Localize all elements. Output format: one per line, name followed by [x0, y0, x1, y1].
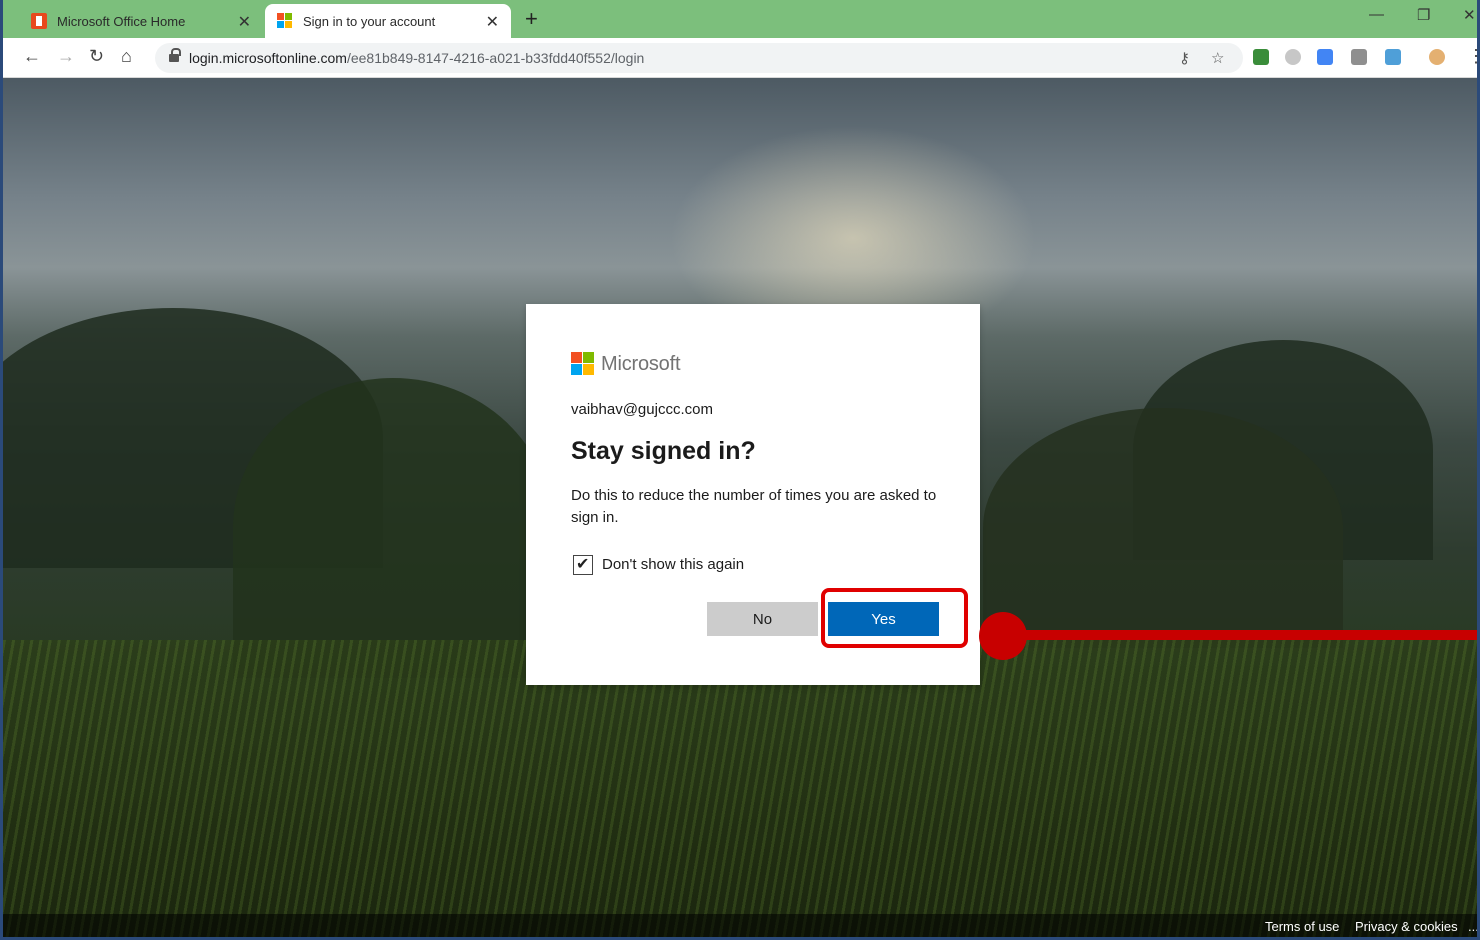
pointer-dot: [979, 612, 1027, 660]
tab-strip: Microsoft Office Home ✕ Sign in to your …: [3, 0, 1477, 38]
tab-title: Sign in to your account: [303, 13, 436, 29]
account-email: vaibhav@gujccc.com: [571, 401, 713, 418]
reload-icon[interactable]: ↻: [89, 46, 104, 67]
key-icon[interactable]: ⚷: [1179, 49, 1190, 67]
highlight-box: [821, 588, 968, 648]
microsoft-logo-icon: [571, 352, 594, 375]
forward-icon[interactable]: →: [57, 46, 75, 67]
close-tab-icon[interactable]: ✕: [486, 12, 499, 32]
extension-window-icon[interactable]: [1351, 49, 1367, 65]
privacy-link[interactable]: Privacy & cookies: [1355, 919, 1458, 934]
page-footer: Terms of use Privacy & cookies ...: [3, 914, 1477, 937]
pointer-line: [1001, 630, 1477, 640]
star-icon[interactable]: ☆: [1211, 49, 1224, 67]
dialog-description: Do this to reduce the number of times yo…: [571, 487, 937, 526]
extension-translate-icon[interactable]: [1317, 49, 1333, 65]
browser-window: Microsoft Office Home ✕ Sign in to your …: [0, 0, 1480, 940]
url-text[interactable]: login.microsoftonline.com/ee81b849-8147-…: [189, 50, 644, 66]
no-button[interactable]: No: [707, 602, 818, 636]
home-icon[interactable]: ⌂: [121, 46, 132, 67]
background-hill: [233, 378, 553, 678]
lock-icon[interactable]: [169, 48, 181, 64]
more-options-link[interactable]: ...: [1468, 919, 1477, 934]
tab-office-home[interactable]: Microsoft Office Home ✕: [13, 4, 263, 38]
microsoft-favicon-icon: [277, 13, 293, 29]
extension-globe-icon[interactable]: [1285, 49, 1301, 65]
address-bar[interactable]: login.microsoftonline.com/ee81b849-8147-…: [155, 43, 1243, 73]
brand-name: Microsoft: [601, 353, 681, 375]
extension-earth-icon[interactable]: [1253, 49, 1269, 65]
tab-title: Microsoft Office Home: [57, 13, 186, 29]
grass-foreground: [3, 640, 1477, 937]
office-favicon-icon: [31, 13, 47, 29]
minimize-icon[interactable]: —: [1369, 6, 1384, 23]
restore-icon[interactable]: ❐: [1417, 6, 1430, 24]
profile-avatar-icon[interactable]: [1429, 49, 1445, 65]
dont-show-again-checkbox[interactable]: [573, 554, 593, 575]
tab-sign-in[interactable]: Sign in to your account ✕: [265, 4, 511, 38]
menu-kebab-icon[interactable]: ⋮: [1467, 46, 1477, 67]
close-tab-icon[interactable]: ✕: [238, 12, 251, 32]
new-tab-icon[interactable]: +: [525, 6, 538, 32]
background-hill: [983, 408, 1343, 648]
terms-link[interactable]: Terms of use: [1265, 919, 1339, 934]
close-window-icon[interactable]: ✕: [1463, 6, 1476, 24]
dialog-title: Stay signed in?: [571, 437, 756, 465]
back-icon[interactable]: ←: [23, 46, 41, 67]
dont-show-again-label[interactable]: Don't show this again: [602, 556, 744, 573]
extension-upload-icon[interactable]: [1385, 49, 1401, 65]
